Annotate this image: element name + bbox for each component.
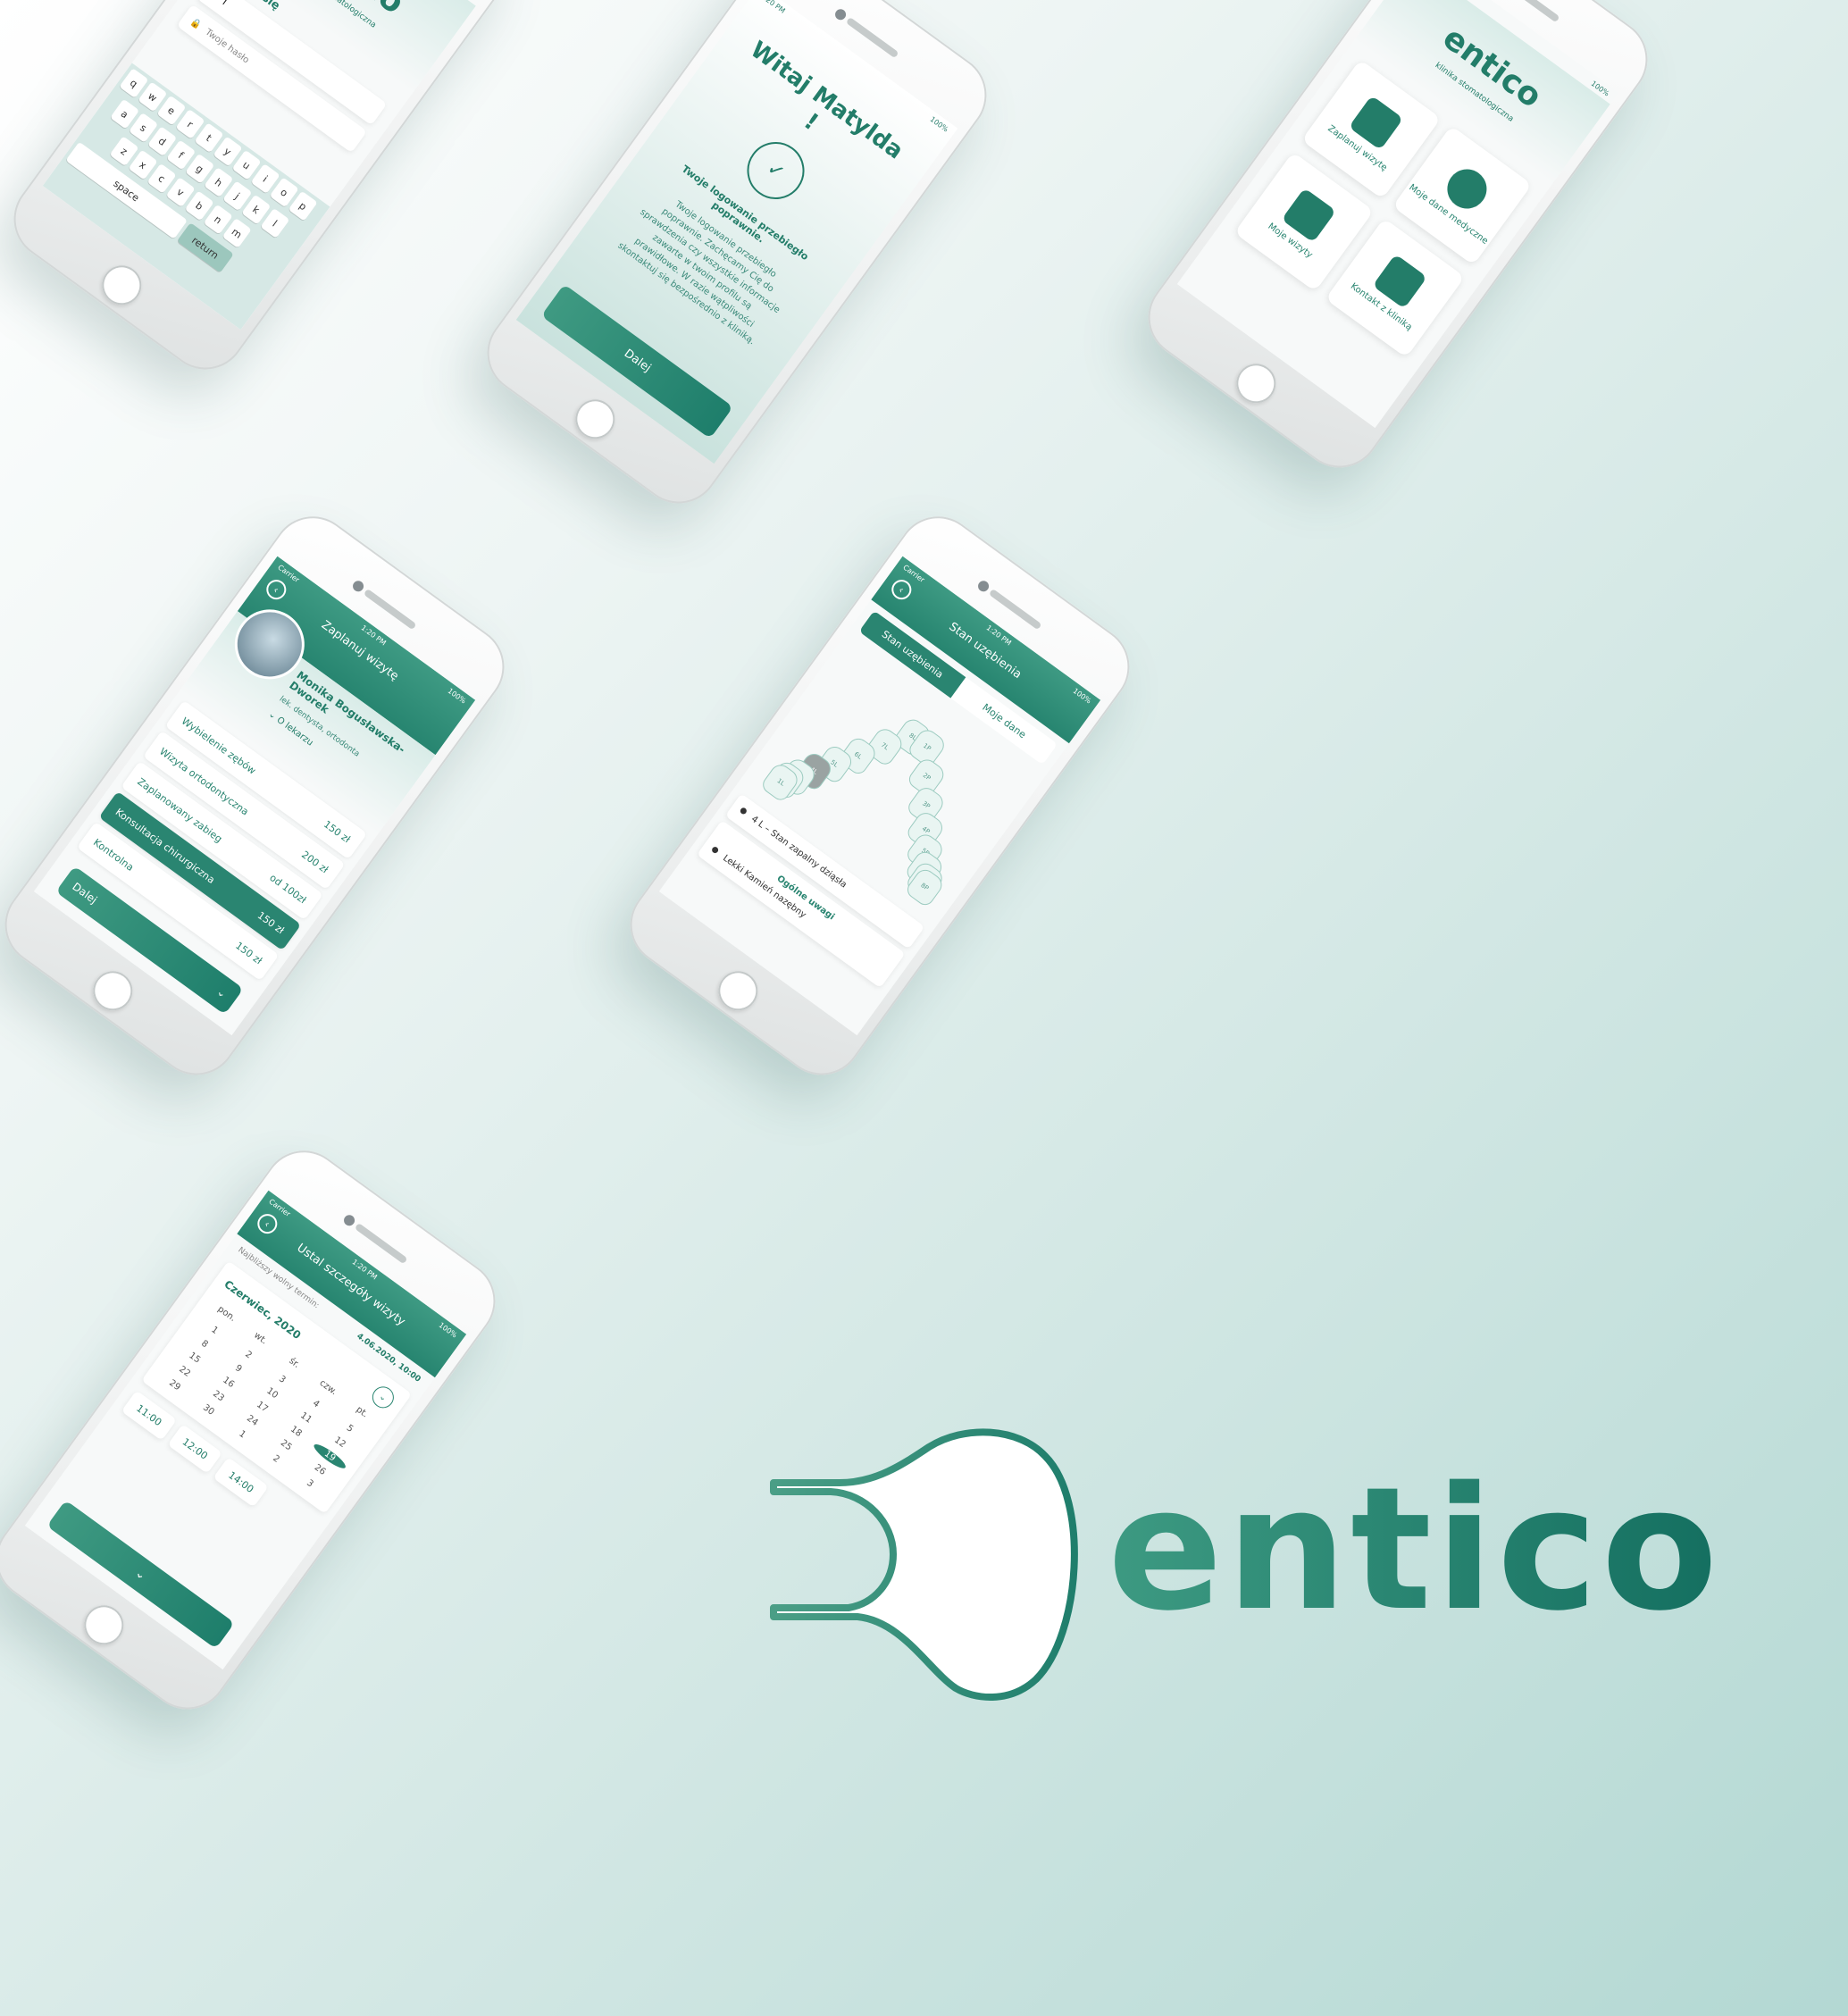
home-button[interactable] — [76, 1597, 132, 1653]
status-time: 1:20 PM — [758, 0, 788, 15]
phone-teeth: Carrier 1:20 PM 100% ‹ Stan uzębienia St… — [614, 500, 1146, 1092]
brand-wordmark: entico — [1108, 1451, 1722, 1648]
camera — [975, 578, 991, 594]
status-battery: 100% — [928, 114, 950, 134]
home-button[interactable] — [1228, 356, 1284, 412]
phone-welcome: 1:20 PM 100% Witaj Matylda ! ✓ Twoje log… — [471, 0, 1003, 520]
phone-login: 1:20 PM 100% entico klinika stomatologic… — [0, 0, 530, 386]
home-button[interactable] — [85, 963, 141, 1019]
camera — [341, 1212, 357, 1228]
bullet-icon — [739, 807, 748, 816]
home-button[interactable] — [94, 257, 150, 314]
chevron-left-icon: ‹ — [271, 583, 281, 596]
camera — [832, 6, 849, 22]
bullet-icon — [710, 845, 720, 855]
mail-icon: ✉ — [209, 0, 221, 1]
chevron-left-icon: ‹ — [896, 583, 907, 596]
lock-icon: 🔒 — [188, 16, 204, 31]
menu-screen: 1:20 PM 100% entico klinika stomatologic… — [1176, 0, 1619, 429]
email-value: I — [220, 0, 229, 7]
chevron-down-icon: ⌄ — [214, 984, 230, 1001]
camera — [350, 578, 366, 594]
tooth-mask-icon — [770, 1428, 1078, 1702]
welcome-screen: 1:20 PM 100% Witaj Matylda ! ✓ Twoje log… — [515, 0, 958, 464]
phone-schedule: Carrier 1:20 PM 100% ‹ Ustal szczegóły w… — [0, 1134, 512, 1726]
phone-menu: 1:20 PM 100% entico klinika stomatologic… — [1132, 0, 1664, 484]
phone-plan-visit: Carrier 1:20 PM 100% ‹ Zaplanuj wizytę M… — [0, 500, 521, 1092]
check-circle-icon: ✓ — [735, 130, 816, 211]
welcome-greeting: Witaj Matylda ! — [745, 36, 908, 165]
home-button[interactable] — [567, 391, 623, 448]
confirm-button[interactable]: ⌄ — [46, 1500, 235, 1650]
home-button[interactable] — [710, 963, 766, 1019]
chevron-left-icon: ‹ — [262, 1217, 272, 1230]
chevron-down-icon: ⌄ — [132, 1565, 149, 1584]
